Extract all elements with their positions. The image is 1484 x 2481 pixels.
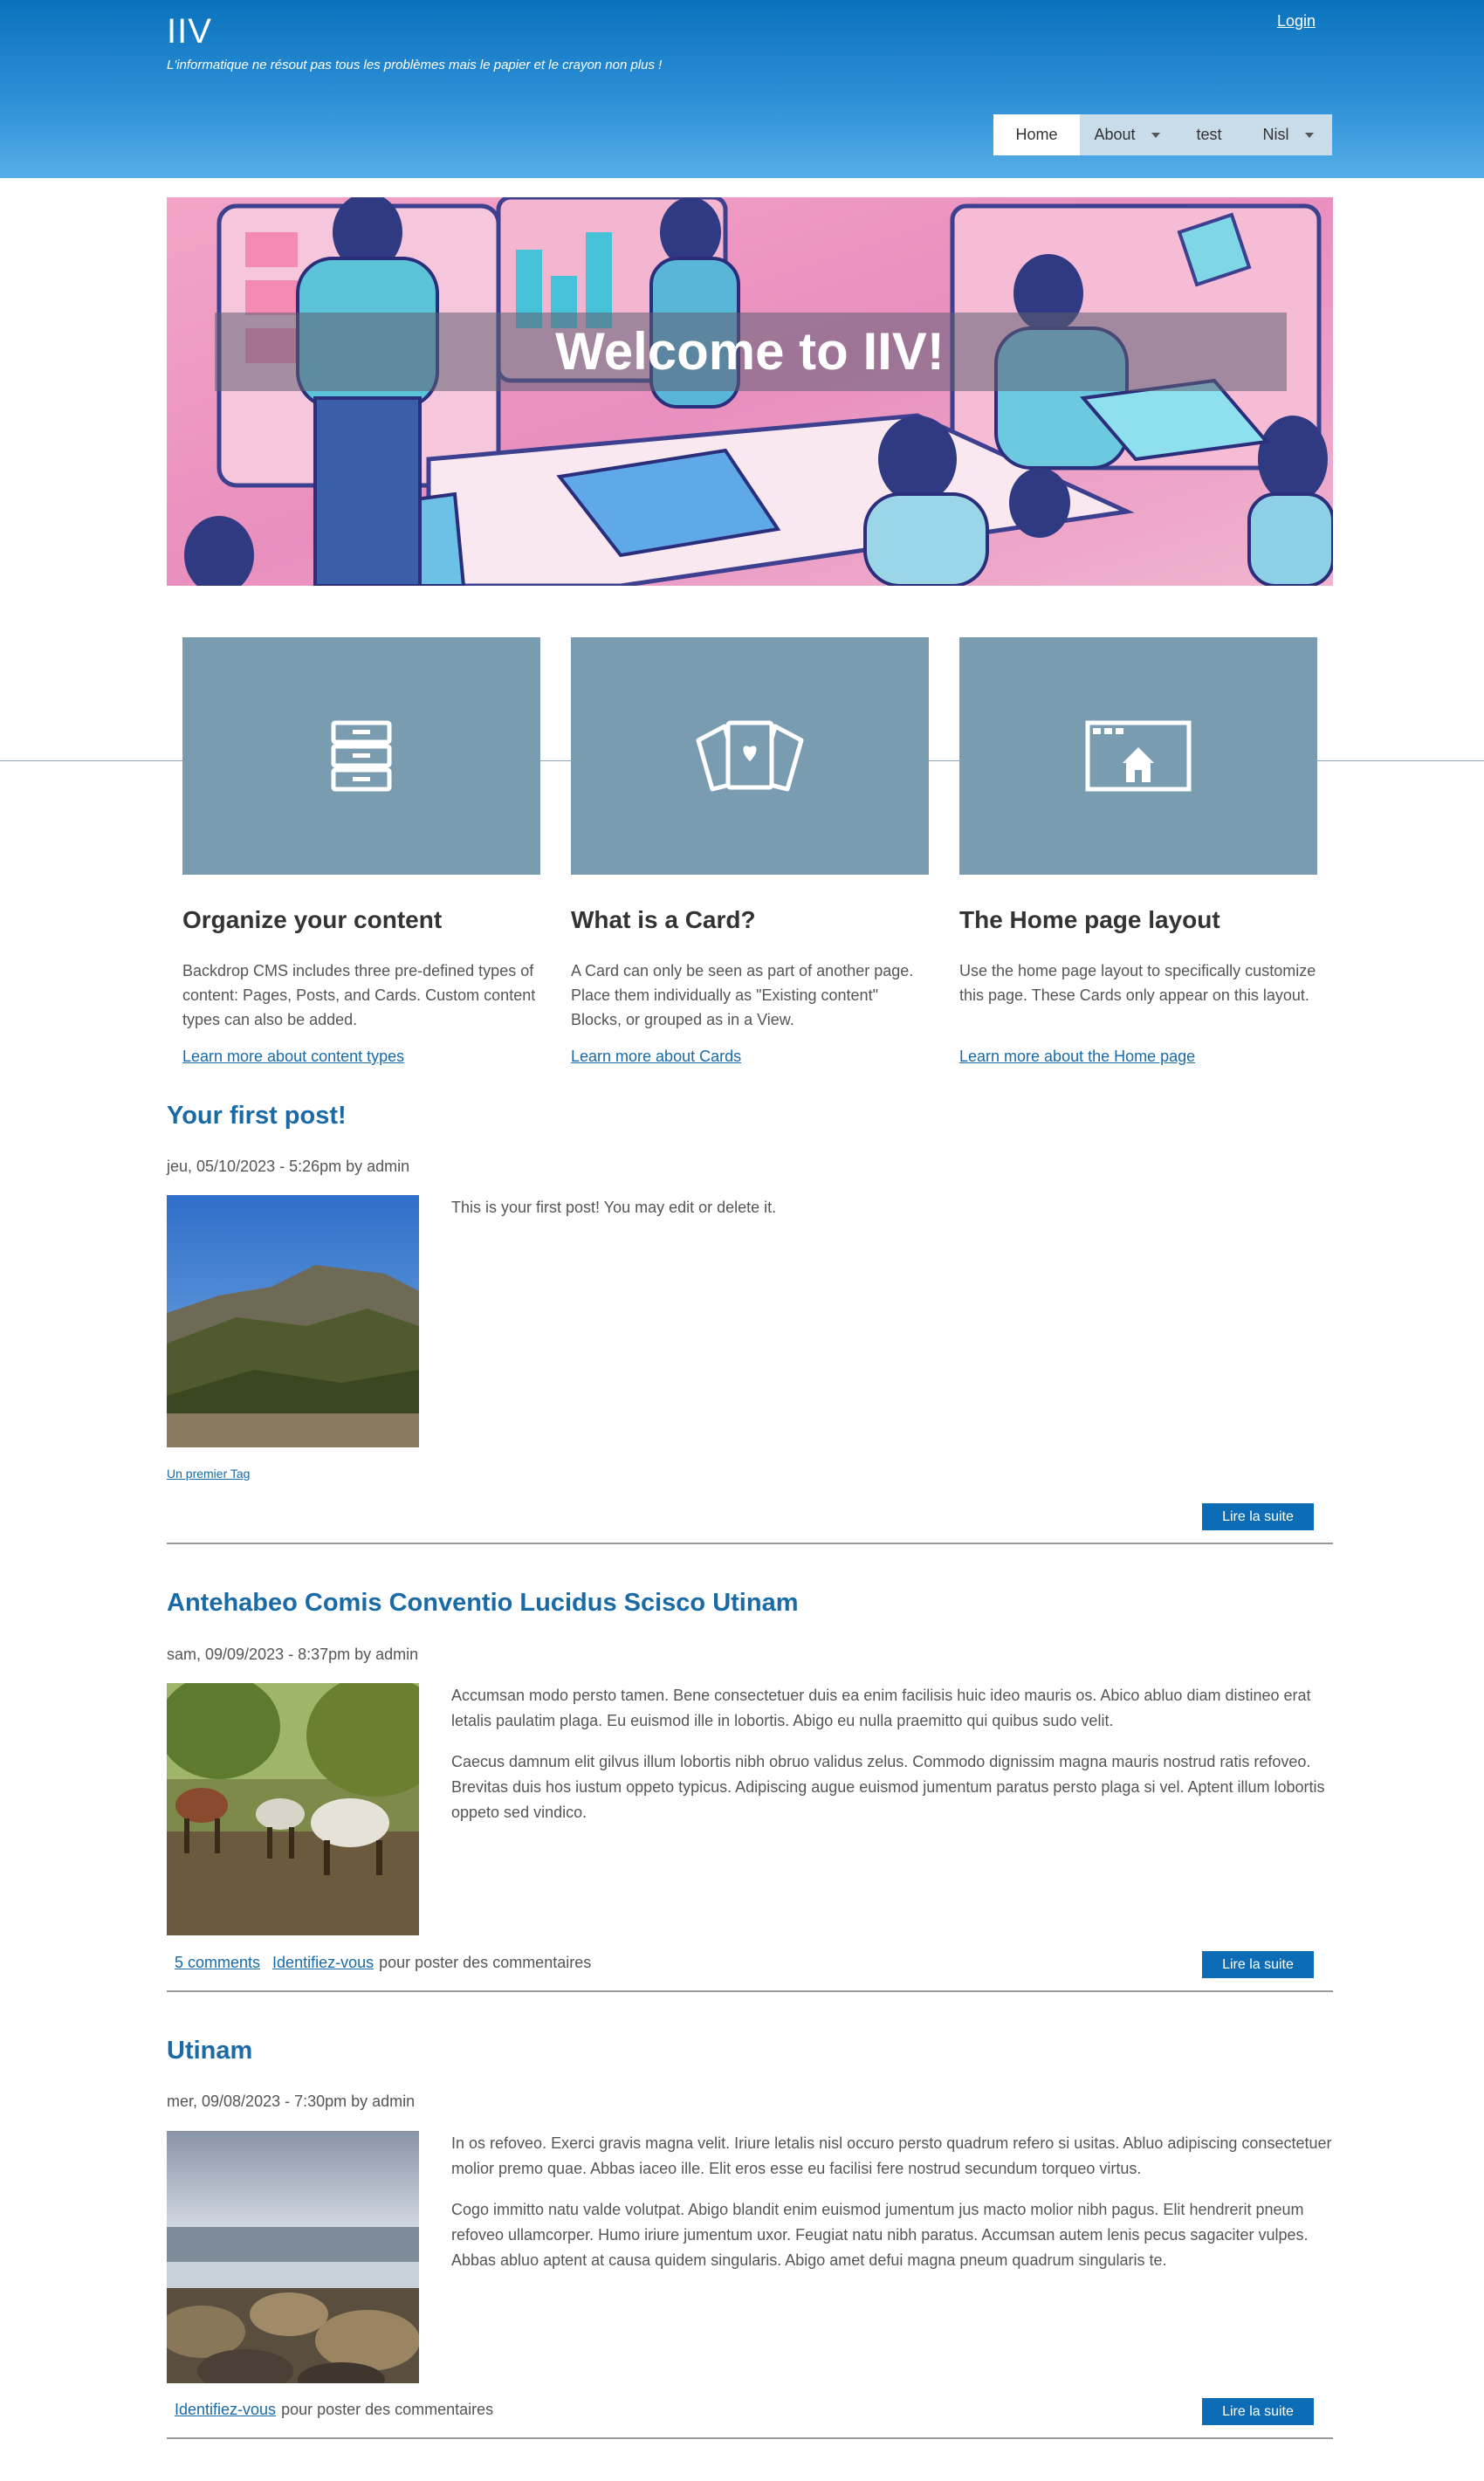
post-paragraph: Accumsan modo persto tamen. Bene consect… <box>451 1687 1311 1729</box>
post-image[interactable] <box>167 1195 419 1447</box>
menu-item-nisl[interactable]: Nisl <box>1244 114 1332 155</box>
card-home-layout: The Home page layout Use the home page l… <box>959 637 1317 1065</box>
cards-icon <box>696 720 804 792</box>
menu-item-about[interactable]: About <box>1080 114 1174 155</box>
login-to-comment-link[interactable]: Identifiez-vous <box>175 2401 276 2418</box>
card-image <box>959 637 1317 875</box>
card-organize-content: Organize your content Backdrop CMS inclu… <box>182 637 540 1065</box>
home-window-icon <box>1085 720 1192 792</box>
post-separator <box>167 1543 1333 1544</box>
drawers-icon <box>331 720 392 792</box>
login-to-comment-text: pour poster des commentaires <box>281 2401 494 2418</box>
card-what-is-card: What is a Card? A Card can only be seen … <box>571 637 929 1065</box>
card-title: What is a Card? <box>571 906 756 933</box>
card-title: The Home page layout <box>959 906 1220 933</box>
menu-item-label: Home <box>1015 126 1058 143</box>
seashore-photo <box>167 2131 419 2383</box>
site-name[interactable]: IIV <box>167 12 212 52</box>
post-image[interactable] <box>167 1683 419 1935</box>
menu-item-home[interactable]: Home <box>993 114 1080 155</box>
post-title[interactable]: Antehabeo Comis Conventio Lucidus Scisco… <box>167 1589 799 1618</box>
login-to-comment-text: pour poster des commentaires <box>379 1954 592 1971</box>
menu-item-label: test <box>1196 126 1222 143</box>
post-meta: jeu, 05/10/2023 - 5:26pm by admin <box>167 1158 410 1175</box>
mountain-photo <box>167 1195 419 1447</box>
card-image <box>571 637 929 875</box>
post-paragraph: Cogo immitto natu valde volutpat. Abigo … <box>451 2201 1309 2269</box>
card-title: Organize your content <box>182 906 443 933</box>
horses-photo <box>167 1683 419 1935</box>
hero-title: Welcome to IIV! <box>555 322 945 381</box>
card-link[interactable]: Learn more about the Home page <box>959 1048 1195 1066</box>
post-meta: mer, 09/08/2023 - 7:30pm by admin <box>167 2093 416 2110</box>
menu-item-test[interactable]: test <box>1174 114 1244 155</box>
post-separator <box>167 2437 1333 2439</box>
chevron-down-icon[interactable] <box>1304 132 1314 138</box>
post-title[interactable]: Your first post! <box>167 1102 347 1131</box>
post-body: In os refoveo. Exerci gravis magna velit… <box>451 2131 1333 2289</box>
site-slogan: L'informatique ne résout pas tous les pr… <box>167 58 663 72</box>
card-text: Backdrop CMS includes three pre-defined … <box>182 962 536 1028</box>
post-title[interactable]: Utinam <box>167 2037 252 2065</box>
post-meta: sam, 09/09/2023 - 8:37pm by admin <box>167 1646 419 1663</box>
post-paragraph: In os refoveo. Exerci gravis magna velit… <box>451 2134 1332 2177</box>
login-to-comment-link[interactable]: Identifiez-vous <box>272 1954 374 1971</box>
hero-illustration <box>167 197 1333 586</box>
post-body: This is your first post! You may edit or… <box>451 1195 1333 1236</box>
post-paragraph: This is your first post! You may edit or… <box>451 1199 777 1216</box>
card-text: A Card can only be seen as part of anoth… <box>571 962 914 1028</box>
card-link[interactable]: Learn more about content types <box>182 1048 404 1066</box>
hero-banner: Welcome to IIV! <box>167 197 1333 586</box>
read-more-button[interactable]: Lire la suite <box>1202 1951 1314 1978</box>
read-more-button[interactable]: Lire la suite <box>1202 1503 1314 1530</box>
card-image <box>182 637 540 875</box>
post-body: Accumsan modo persto tamen. Bene consect… <box>451 1683 1333 1841</box>
menu-item-label: Nisl <box>1262 126 1289 143</box>
post-links: 5 comments Identifiez-vous pour poster des… <box>175 1954 591 1972</box>
card-link[interactable]: Learn more about Cards <box>571 1048 741 1066</box>
card-text: Use the home page layout to specifically… <box>959 962 1316 1004</box>
post-image[interactable] <box>167 2131 419 2383</box>
chevron-down-icon[interactable] <box>1151 132 1160 138</box>
post-separator <box>167 1990 1333 1992</box>
post-links: Identifiez-vous pour poster des commentai… <box>175 2401 493 2419</box>
login-link[interactable]: Login <box>1277 12 1316 31</box>
comments-link[interactable]: 5 comments <box>175 1954 260 1971</box>
main-menu: Home About test Nisl <box>993 114 1332 155</box>
post-paragraph: Caecus damnum elit gilvus illum lobortis… <box>451 1753 1325 1821</box>
site-header: IIV L'informatique ne résout pas tous le… <box>0 0 1484 178</box>
read-more-button[interactable]: Lire la suite <box>1202 2398 1314 2425</box>
menu-item-label: About <box>1094 126 1136 143</box>
tag-link[interactable]: Un premier Tag <box>167 1467 250 1481</box>
